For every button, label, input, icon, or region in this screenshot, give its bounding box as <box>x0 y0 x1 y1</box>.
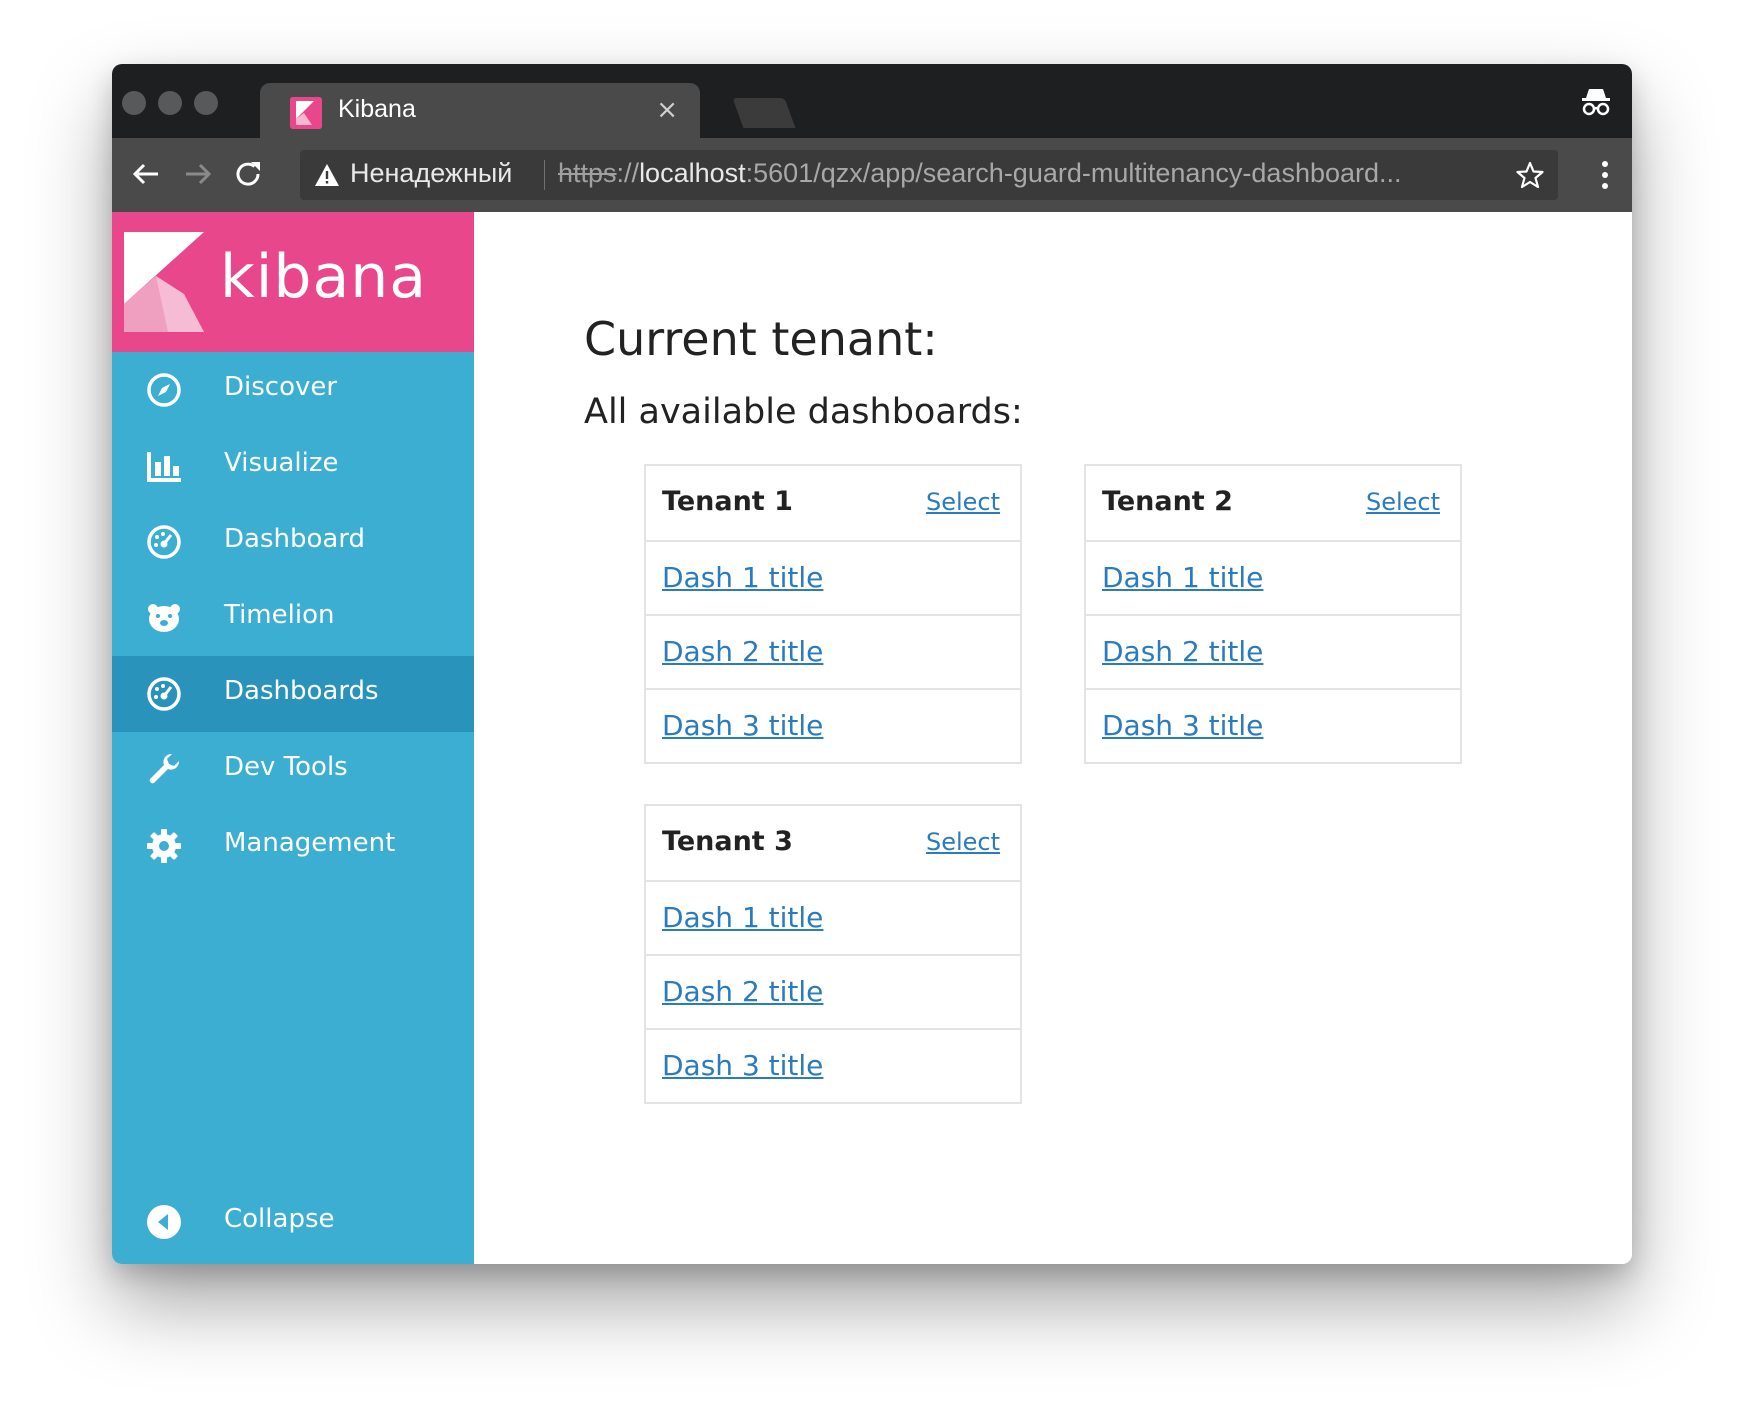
address-bar[interactable]: Ненадежный https://localhost:5601/qzx/ap… <box>300 150 1558 200</box>
url-path: :5601/qzx/app/search-guard-multitenancy-… <box>745 158 1402 188</box>
list-item: Dash 1 title <box>646 882 1020 956</box>
kibana-wordmark: kibana <box>220 242 428 312</box>
page-viewport: kibana Discover Visualize Dashboard Time… <box>112 212 1632 1264</box>
dashboard-link[interactable]: Dash 3 title <box>662 709 823 742</box>
dashboard-link[interactable]: Dash 3 title <box>662 1049 823 1082</box>
tenant-card-header: Tenant 3 Select <box>646 806 1020 882</box>
dashboard-link[interactable]: Dash 2 title <box>662 975 823 1008</box>
minimize-window-button[interactable] <box>158 91 182 115</box>
tenant-card: Tenant 3 Select Dash 1 title Dash 2 titl… <box>644 804 1022 1104</box>
list-item: Dash 1 title <box>646 542 1020 616</box>
available-dashboards-heading: All available dashboards: <box>584 392 1023 432</box>
select-tenant-link[interactable]: Select <box>1366 488 1440 516</box>
dashboard-link[interactable]: Dash 1 title <box>662 901 823 934</box>
browser-toolbar: Ненадежный https://localhost:5601/qzx/ap… <box>112 138 1632 212</box>
kibana-favicon-icon <box>290 97 322 129</box>
kibana-logo[interactable]: kibana <box>112 212 474 352</box>
sidebar-item-dashboard[interactable]: Dashboard <box>112 504 474 580</box>
tab-close-icon[interactable]: × <box>656 95 678 125</box>
sidebar-item-label: Dashboard <box>224 524 366 554</box>
collapse-arrow-icon <box>146 1204 182 1240</box>
list-item: Dash 2 title <box>646 616 1020 690</box>
sidebar-collapse-button[interactable]: Collapse <box>112 1184 474 1260</box>
url-text: https://localhost:5601/qzx/app/search-gu… <box>558 158 1402 189</box>
kibana-logo-icon <box>124 232 204 332</box>
current-tenant-heading: Current tenant: <box>584 312 938 366</box>
browser-window: Kibana × Ненадежный https://localhost:56… <box>112 64 1632 1264</box>
new-tab-button[interactable] <box>732 98 796 128</box>
gauge-icon <box>146 524 182 560</box>
wrench-icon <box>146 752 182 788</box>
tenant-card-header: Tenant 1 Select <box>646 466 1020 542</box>
tenant-card: Tenant 2 Select Dash 1 title Dash 2 titl… <box>1084 464 1462 764</box>
compass-icon <box>146 372 182 408</box>
sidebar-item-management[interactable]: Management <box>112 808 474 884</box>
list-item: Dash 3 title <box>1086 690 1460 762</box>
dashboard-link[interactable]: Dash 3 title <box>1102 709 1263 742</box>
sidebar-item-label: Dev Tools <box>224 752 348 782</box>
bear-icon <box>146 600 182 636</box>
maximize-window-button[interactable] <box>194 91 218 115</box>
bar-chart-icon <box>146 448 182 484</box>
bookmark-star-icon[interactable] <box>1516 161 1544 189</box>
select-tenant-link[interactable]: Select <box>926 488 1000 516</box>
dashboard-link[interactable]: Dash 1 title <box>662 561 823 594</box>
sidebar-item-label: Management <box>224 828 396 858</box>
url-host: localhost <box>639 158 746 188</box>
dashboard-link[interactable]: Dash 2 title <box>662 635 823 668</box>
dashboard-link[interactable]: Dash 1 title <box>1102 561 1263 594</box>
gear-icon <box>146 828 182 864</box>
sidebar-item-label: Visualize <box>224 448 339 478</box>
incognito-icon <box>1578 84 1614 120</box>
list-item: Dash 2 title <box>646 956 1020 1030</box>
back-arrow-icon[interactable] <box>130 158 162 190</box>
collapse-label: Collapse <box>224 1204 335 1234</box>
close-window-button[interactable] <box>122 91 146 115</box>
reload-icon[interactable] <box>232 158 264 190</box>
list-item: Dash 3 title <box>646 1030 1020 1102</box>
sidebar-item-label: Dashboards <box>224 676 379 706</box>
dashboard-link[interactable]: Dash 2 title <box>1102 635 1263 668</box>
url-separator: :// <box>616 158 640 188</box>
browser-menu-icon[interactable] <box>1602 160 1608 190</box>
sidebar-item-discover[interactable]: Discover <box>112 352 474 428</box>
browser-tab[interactable]: Kibana × <box>260 83 700 139</box>
insecure-label: Ненадежный <box>350 158 513 188</box>
tenant-card-header: Tenant 2 Select <box>1086 466 1460 542</box>
kibana-sidebar: kibana Discover Visualize Dashboard Time… <box>112 212 474 1264</box>
sidebar-item-dev-tools[interactable]: Dev Tools <box>112 732 474 808</box>
tenant-name: Tenant 1 <box>662 486 793 517</box>
select-tenant-link[interactable]: Select <box>926 828 1000 856</box>
sidebar-item-timelion[interactable]: Timelion <box>112 580 474 656</box>
tenant-name: Tenant 2 <box>1102 486 1233 517</box>
list-item: Dash 1 title <box>1086 542 1460 616</box>
list-item: Dash 2 title <box>1086 616 1460 690</box>
forward-arrow-icon[interactable] <box>182 158 214 190</box>
tab-title: Kibana <box>338 95 416 123</box>
warning-icon <box>314 162 340 188</box>
tenant-card: Tenant 1 Select Dash 1 title Dash 2 titl… <box>644 464 1022 764</box>
gauge-icon <box>146 676 182 712</box>
sidebar-item-label: Discover <box>224 372 338 402</box>
sidebar-item-label: Timelion <box>224 600 335 630</box>
tab-bar: Kibana × <box>112 64 1632 139</box>
tenant-name: Tenant 3 <box>662 826 793 857</box>
list-item: Dash 3 title <box>646 690 1020 762</box>
url-scheme: https <box>558 158 617 188</box>
sidebar-item-dashboards[interactable]: Dashboards <box>112 656 474 732</box>
sidebar-item-visualize[interactable]: Visualize <box>112 428 474 504</box>
address-divider <box>544 160 545 190</box>
